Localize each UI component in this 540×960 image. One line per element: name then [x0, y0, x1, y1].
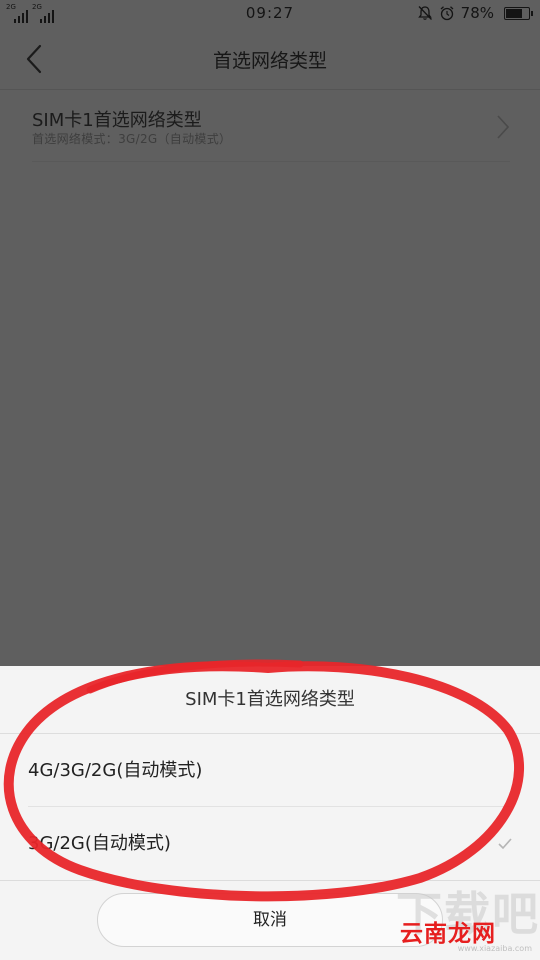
watermark-url: www.xiazaiba.com: [457, 944, 532, 953]
option-label: 4G/3G/2G(自动模式): [28, 760, 203, 781]
cancel-button[interactable]: 取消: [97, 893, 443, 947]
check-icon: [498, 838, 512, 850]
chevron-right-icon: [497, 115, 510, 139]
page-title: 首选网络类型: [212, 50, 327, 72]
status-bar: 2G 2G 09:27 78%: [0, 0, 540, 28]
battery-icon: [504, 6, 533, 20]
sim1-network-setting-row[interactable]: SIM卡1首选网络类型 首选网络模式：3G/2G（自动模式）: [32, 92, 510, 162]
status-right-group: 78%: [417, 4, 533, 22]
header: 首选网络类型: [0, 28, 540, 90]
battery-level: [506, 8, 523, 18]
option-4g-3g-2g[interactable]: 4G/3G/2G(自动模式): [28, 735, 512, 807]
setting-subtitle: 首选网络模式：3G/2G（自动模式）: [32, 132, 232, 146]
mute-bell-icon: [417, 6, 432, 20]
setting-title: SIM卡1首选网络类型: [32, 110, 202, 131]
watermark: 下载吧 云南龙网 www.xiazaiba.com: [396, 880, 540, 960]
option-label: 3G/2G(自动模式): [28, 833, 171, 854]
sheet-title: SIM卡1首选网络类型: [0, 666, 540, 734]
alarm-icon: [440, 6, 454, 21]
option-3g-2g[interactable]: 3G/2G(自动模式): [28, 808, 512, 880]
watermark-brand: 云南龙网: [400, 921, 496, 947]
battery-percent: 78%: [460, 4, 494, 22]
